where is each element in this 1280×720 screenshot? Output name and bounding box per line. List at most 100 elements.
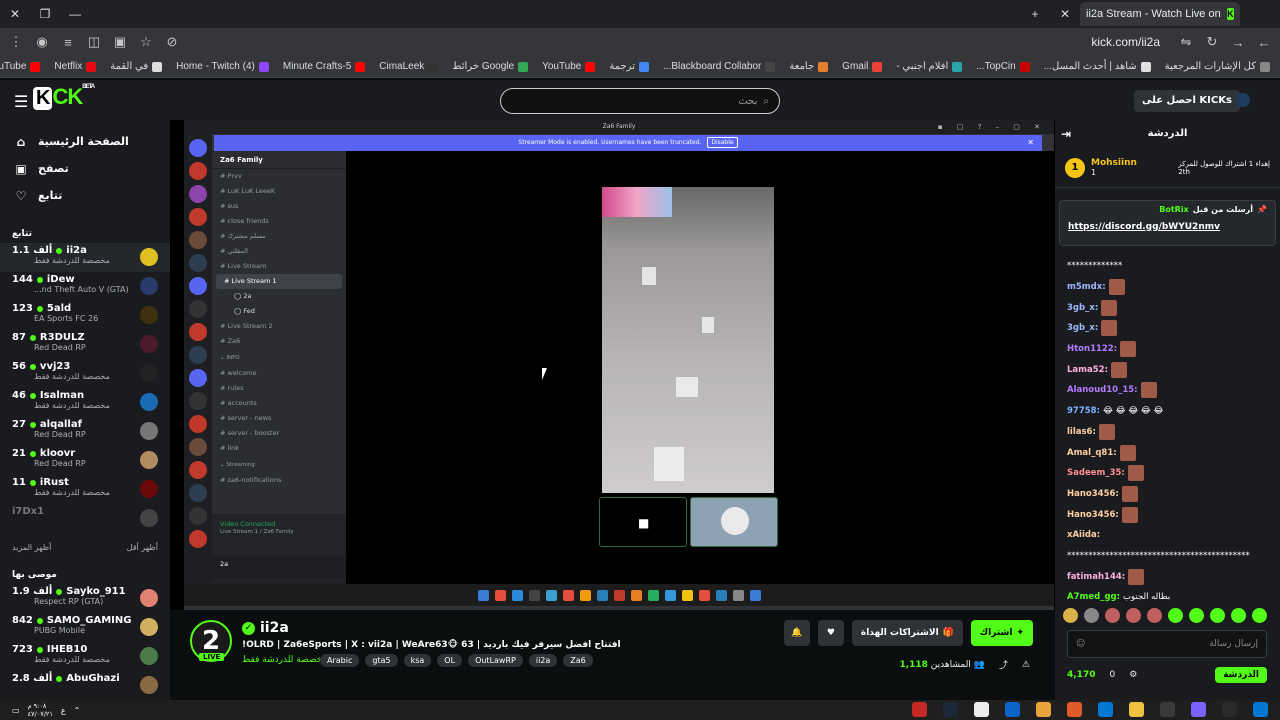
tag-chip[interactable]: Arabic	[320, 654, 360, 667]
screenshot-icon[interactable]: ▣	[112, 34, 128, 50]
notification-bell-button[interactable]: 🔔	[783, 620, 810, 646]
inner-taskbar-icon[interactable]	[630, 589, 642, 601]
server-icon[interactable]	[189, 208, 207, 226]
discord-channel[interactable]: # rules	[212, 381, 346, 396]
discord-channel[interactable]: # za6-notifications	[212, 473, 346, 488]
chat-username[interactable]: fatimah144:	[1067, 572, 1125, 582]
server-icon[interactable]	[189, 323, 207, 341]
emote-icon[interactable]	[1063, 608, 1078, 623]
inner-taskbar-icon[interactable]	[732, 589, 744, 601]
chat-username[interactable]: Hton1122:	[1067, 344, 1117, 354]
server-icon[interactable]	[189, 231, 207, 249]
chevron-up-icon[interactable]: ⌃	[74, 706, 81, 715]
discord-channel[interactable]: # accounts	[212, 396, 346, 411]
banner-close-icon[interactable]: ✕	[1027, 135, 1034, 151]
chrome-icon[interactable]	[1036, 702, 1051, 717]
bookmark-item[interactable]: YouTube	[542, 61, 596, 72]
chat-username[interactable]: m5mdx:	[1067, 282, 1106, 292]
file-explorer-icon[interactable]	[1129, 702, 1144, 717]
extensions-icon[interactable]: ◫	[86, 34, 102, 50]
bookmark-item[interactable]: في القمة	[110, 61, 163, 72]
inner-taskbar-icon[interactable]	[681, 589, 693, 601]
show-less-link[interactable]: أظهر أقل	[127, 543, 158, 552]
inner-taskbar-icon[interactable]	[562, 589, 574, 601]
outlook-icon[interactable]	[1005, 702, 1020, 717]
streamer-name[interactable]: ii2a	[260, 620, 289, 636]
inner-taskbar-icon[interactable]	[647, 589, 659, 601]
server-name[interactable]: Za6 Family	[212, 151, 346, 169]
report-icon[interactable]: ⚠	[1022, 660, 1030, 670]
browser-tab[interactable]: K ii2a Stream - Watch Live on	[1080, 2, 1240, 26]
server-icon[interactable]	[189, 139, 207, 157]
server-icon[interactable]	[189, 369, 207, 387]
language-indicator[interactable]: ع	[61, 706, 66, 715]
reading-list-icon[interactable]: ≡	[60, 35, 76, 50]
eye-off-icon[interactable]: ⊘	[164, 34, 180, 50]
tag-chip[interactable]: gta5	[365, 654, 398, 667]
channel-row[interactable]: 21 kloovr Red Dead RP	[0, 446, 170, 475]
settings-gear-icon[interactable]: ⚙	[1129, 670, 1137, 680]
discord-channel[interactable]: # LuK LuK LeeeK	[212, 184, 346, 199]
participant-tile[interactable]	[690, 497, 778, 547]
inner-taskbar-icon[interactable]	[613, 589, 625, 601]
app-icon[interactable]	[1067, 702, 1082, 717]
store-icon[interactable]	[1160, 702, 1175, 717]
copilot-icon[interactable]	[1191, 702, 1206, 717]
restore-window-icon[interactable]: ❐	[30, 7, 60, 21]
discord-channel[interactable]: # مسلم مشترك	[212, 229, 346, 244]
channel-row[interactable]: 87 R3DULZ Red Dead RP	[0, 330, 170, 359]
discord-channel[interactable]: # welcome	[212, 366, 346, 381]
tag-chip[interactable]: OutLawRP	[468, 654, 523, 667]
app-icon[interactable]	[974, 702, 989, 717]
bookmark-item[interactable]: Netflix	[54, 61, 97, 72]
inner-taskbar-icon[interactable]	[698, 589, 710, 601]
url-field[interactable]: kick.com/ii2a	[190, 35, 1168, 49]
inner-taskbar-icon[interactable]	[749, 589, 761, 601]
server-icon[interactable]	[189, 254, 207, 272]
gifter-name[interactable]: Mohsiinn	[1091, 158, 1137, 168]
discord-channel[interactable]: # Live Stream 1	[216, 274, 342, 289]
get-kicks-button[interactable]: احصل على KICKs	[1134, 90, 1240, 112]
inner-taskbar-icon[interactable]	[579, 589, 591, 601]
nav-item-3[interactable]: تتابع ♡	[0, 182, 170, 209]
forward-icon[interactable]: →	[1230, 35, 1246, 50]
minimize-window-icon[interactable]: —	[60, 7, 90, 21]
discord-channel[interactable]: # Za6	[212, 334, 346, 349]
discord-channel[interactable]: # Live Stream 2	[212, 319, 346, 334]
server-icon[interactable]	[189, 162, 207, 180]
steam-icon[interactable]	[943, 702, 958, 717]
chat-username[interactable]: 97758:	[1067, 406, 1100, 416]
chat-username[interactable]: Alanoud10_15:	[1067, 385, 1138, 395]
chat-username[interactable]: A7med_gg:	[1067, 592, 1120, 602]
bookmark-item[interactable]: CimaLeek	[379, 61, 439, 72]
user-avatar[interactable]	[1236, 93, 1250, 107]
inner-taskbar-icon[interactable]	[664, 589, 676, 601]
voice-user[interactable]: ◯ 2a	[212, 289, 346, 304]
bookmark-item[interactable]: كل الإشارات المرجعية	[1165, 61, 1270, 72]
task-view-icon[interactable]	[1222, 702, 1237, 717]
discord-channel[interactable]: # Prvv	[212, 169, 346, 184]
menu-dots-icon[interactable]: ⋮	[8, 34, 24, 50]
app-icon[interactable]	[912, 702, 927, 717]
bookmark-item[interactable]: افلام اجنبي -	[896, 61, 963, 72]
tag-chip[interactable]: ksa	[403, 654, 432, 667]
server-icon[interactable]	[189, 185, 207, 203]
search-input[interactable]: ⌕ بحث	[500, 88, 780, 114]
bookmark-star-icon[interactable]: ☆	[138, 34, 154, 50]
discord-channel[interactable]: # sus	[212, 199, 346, 214]
inner-taskbar-icon[interactable]	[494, 589, 506, 601]
gift-subs-button[interactable]: الاشتراكات الهداة 🎁	[851, 620, 963, 646]
chat-username[interactable]: xAiida:	[1067, 530, 1100, 540]
pinned-link[interactable]: https://discord.gg/bWYU2nmv	[1068, 222, 1267, 232]
emote-icon[interactable]	[1231, 608, 1246, 623]
channel-row[interactable]: 11 iRust مخصصة للدردشة فقط	[0, 475, 170, 504]
discord-channel[interactable]: # server - news	[212, 411, 346, 426]
server-icon[interactable]	[189, 415, 207, 433]
channel-row[interactable]: 144 iDew ...nd Theft Auto V (GTA)	[0, 272, 170, 301]
chat-username[interactable]: Hano3456:	[1067, 489, 1119, 499]
stream-category[interactable]: مخصصة للدردشة فقط	[242, 655, 327, 665]
server-icon[interactable]	[189, 392, 207, 410]
collapse-chat-icon[interactable]: ⇥	[1061, 120, 1071, 148]
chat-username[interactable]: 3gb_x:	[1067, 303, 1098, 313]
server-icon[interactable]	[189, 484, 207, 502]
